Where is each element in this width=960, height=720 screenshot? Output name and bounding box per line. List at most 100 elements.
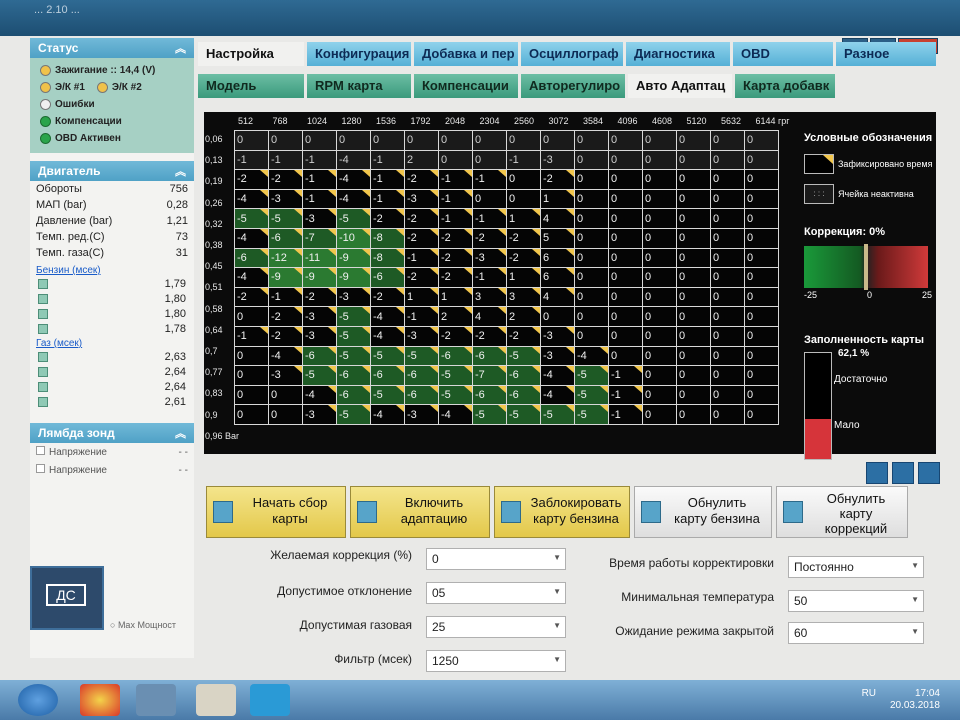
map-cell[interactable]: 0 <box>574 286 609 308</box>
map-cell[interactable]: 0 <box>268 130 303 151</box>
map-cell[interactable]: 0 <box>608 267 643 288</box>
lambda-checkbox[interactable] <box>36 464 45 473</box>
map-cell[interactable]: -6 <box>370 365 405 386</box>
lambda-header[interactable]: Лямбда зонд ︽ <box>30 423 194 443</box>
map-cell[interactable]: 0 <box>676 345 711 367</box>
map-cell[interactable]: -4 <box>540 384 575 406</box>
map-cell[interactable]: -2 <box>438 267 473 288</box>
map-cell[interactable]: 0 <box>506 188 541 210</box>
map-cell[interactable]: -5 <box>370 384 405 406</box>
map-cell[interactable]: -1 <box>370 169 405 190</box>
map-cell[interactable]: 0 <box>234 404 269 425</box>
map-cell[interactable]: 0 <box>608 325 643 347</box>
map-cell[interactable]: 1 <box>404 286 439 308</box>
map-cell[interactable]: -4 <box>574 345 609 367</box>
map-cell[interactable]: -2 <box>234 169 269 190</box>
map-cell[interactable]: -1 <box>302 169 337 190</box>
map-cell[interactable]: 0 <box>608 306 643 327</box>
map-cell[interactable]: -4 <box>370 404 405 425</box>
map-cell[interactable]: 0 <box>234 306 269 327</box>
map-cell[interactable]: -1 <box>506 149 541 171</box>
map-cell[interactable]: -1 <box>438 188 473 210</box>
map-cell[interactable]: -2 <box>472 227 507 249</box>
map-cell[interactable]: 0 <box>744 325 779 347</box>
map-cell[interactable]: 0 <box>642 130 677 151</box>
map-cell[interactable]: -4 <box>336 149 371 171</box>
map-cell[interactable]: -1 <box>608 365 643 386</box>
reset-petrol-map-button[interactable]: Обнулить карту бензина <box>634 486 772 538</box>
tab-oscilloscope[interactable]: Осциллограф <box>521 42 623 66</box>
petrol-link[interactable]: Бензин (мсек) <box>36 265 188 276</box>
tool-icon[interactable] <box>136 684 176 716</box>
map-cell[interactable]: -3 <box>540 345 575 367</box>
map-cell[interactable]: 0 <box>710 384 745 406</box>
map-cell[interactable]: -2 <box>268 325 303 347</box>
map-cell[interactable]: 0 <box>744 169 779 190</box>
status-header[interactable]: Статус ︽ <box>30 38 194 58</box>
map-cell[interactable]: -2 <box>438 247 473 269</box>
map-cell[interactable]: -2 <box>438 227 473 249</box>
map-cell[interactable]: -5 <box>506 345 541 367</box>
map-cell[interactable]: -5 <box>404 345 439 367</box>
map-cell[interactable]: -5 <box>336 404 371 425</box>
map-cell[interactable]: -6 <box>336 365 371 386</box>
map-cell[interactable]: 0 <box>472 188 507 210</box>
map-cell[interactable]: -2 <box>302 286 337 308</box>
map-cell[interactable]: -6 <box>472 384 507 406</box>
map-tool-icon[interactable] <box>892 462 914 484</box>
map-cell[interactable]: -5 <box>336 306 371 327</box>
map-cell[interactable]: 0 <box>676 227 711 249</box>
deviation-select[interactable]: 05 ▼ <box>426 582 566 604</box>
max-power-option[interactable]: ○ Max Мощност <box>110 620 176 630</box>
map-cell[interactable]: 0 <box>234 345 269 367</box>
map-cell[interactable]: 0 <box>744 384 779 406</box>
map-cell[interactable]: 0 <box>676 325 711 347</box>
map-cell[interactable]: 0 <box>642 345 677 367</box>
map-cell[interactable]: 0 <box>676 404 711 425</box>
map-cell[interactable]: 1 <box>438 286 473 308</box>
map-cell[interactable]: 0 <box>506 169 541 190</box>
map-cell[interactable]: -3 <box>302 306 337 327</box>
map-cell[interactable]: -3 <box>302 208 337 229</box>
map-cell[interactable]: -3 <box>268 188 303 210</box>
map-cell[interactable]: 0 <box>676 286 711 308</box>
map-cell[interactable]: 0 <box>744 267 779 288</box>
tab-diagnostics[interactable]: Диагностика <box>626 42 730 66</box>
map-cell[interactable]: 0 <box>744 365 779 386</box>
map-cell[interactable]: 0 <box>744 247 779 269</box>
map-cell[interactable]: -6 <box>268 227 303 249</box>
map-cell[interactable]: -3 <box>302 325 337 347</box>
map-cell[interactable]: 0 <box>472 149 507 171</box>
map-cell[interactable]: 0 <box>234 365 269 386</box>
map-cell[interactable]: -12 <box>268 247 303 269</box>
map-cell[interactable]: 4 <box>472 306 507 327</box>
start-button[interactable] <box>18 684 58 716</box>
map-cell[interactable]: -5 <box>336 345 371 367</box>
map-cell[interactable]: -9 <box>302 267 337 288</box>
map-cell[interactable]: -3 <box>540 149 575 171</box>
tab-additive[interactable]: Добавка и пер <box>414 42 518 66</box>
map-cell[interactable]: 0 <box>744 286 779 308</box>
map-cell[interactable]: 0 <box>676 208 711 229</box>
tab-settings[interactable]: Настройка <box>198 42 304 66</box>
app-icon[interactable] <box>250 684 290 716</box>
map-cell[interactable]: 0 <box>642 267 677 288</box>
map-cell[interactable]: 0 <box>642 169 677 190</box>
map-cell[interactable]: -4 <box>336 169 371 190</box>
map-cell[interactable]: 0 <box>710 169 745 190</box>
map-cell[interactable]: -6 <box>506 384 541 406</box>
map-cell[interactable]: 5 <box>540 227 575 249</box>
map-cell[interactable]: -6 <box>506 365 541 386</box>
map-cell[interactable]: 0 <box>676 169 711 190</box>
map-cell[interactable]: -5 <box>438 384 473 406</box>
map-cell[interactable]: -3 <box>404 404 439 425</box>
map-cell[interactable]: -9 <box>336 247 371 269</box>
map-cell[interactable]: 6 <box>540 267 575 288</box>
map-cell[interactable]: -2 <box>404 169 439 190</box>
map-cell[interactable]: -9 <box>268 267 303 288</box>
map-cell[interactable]: -5 <box>370 345 405 367</box>
map-cell[interactable]: -2 <box>506 247 541 269</box>
map-cell[interactable]: -5 <box>574 365 609 386</box>
tab-auto-adaptation[interactable]: Авто Адаптац <box>628 74 732 98</box>
map-cell[interactable]: 0 <box>574 306 609 327</box>
